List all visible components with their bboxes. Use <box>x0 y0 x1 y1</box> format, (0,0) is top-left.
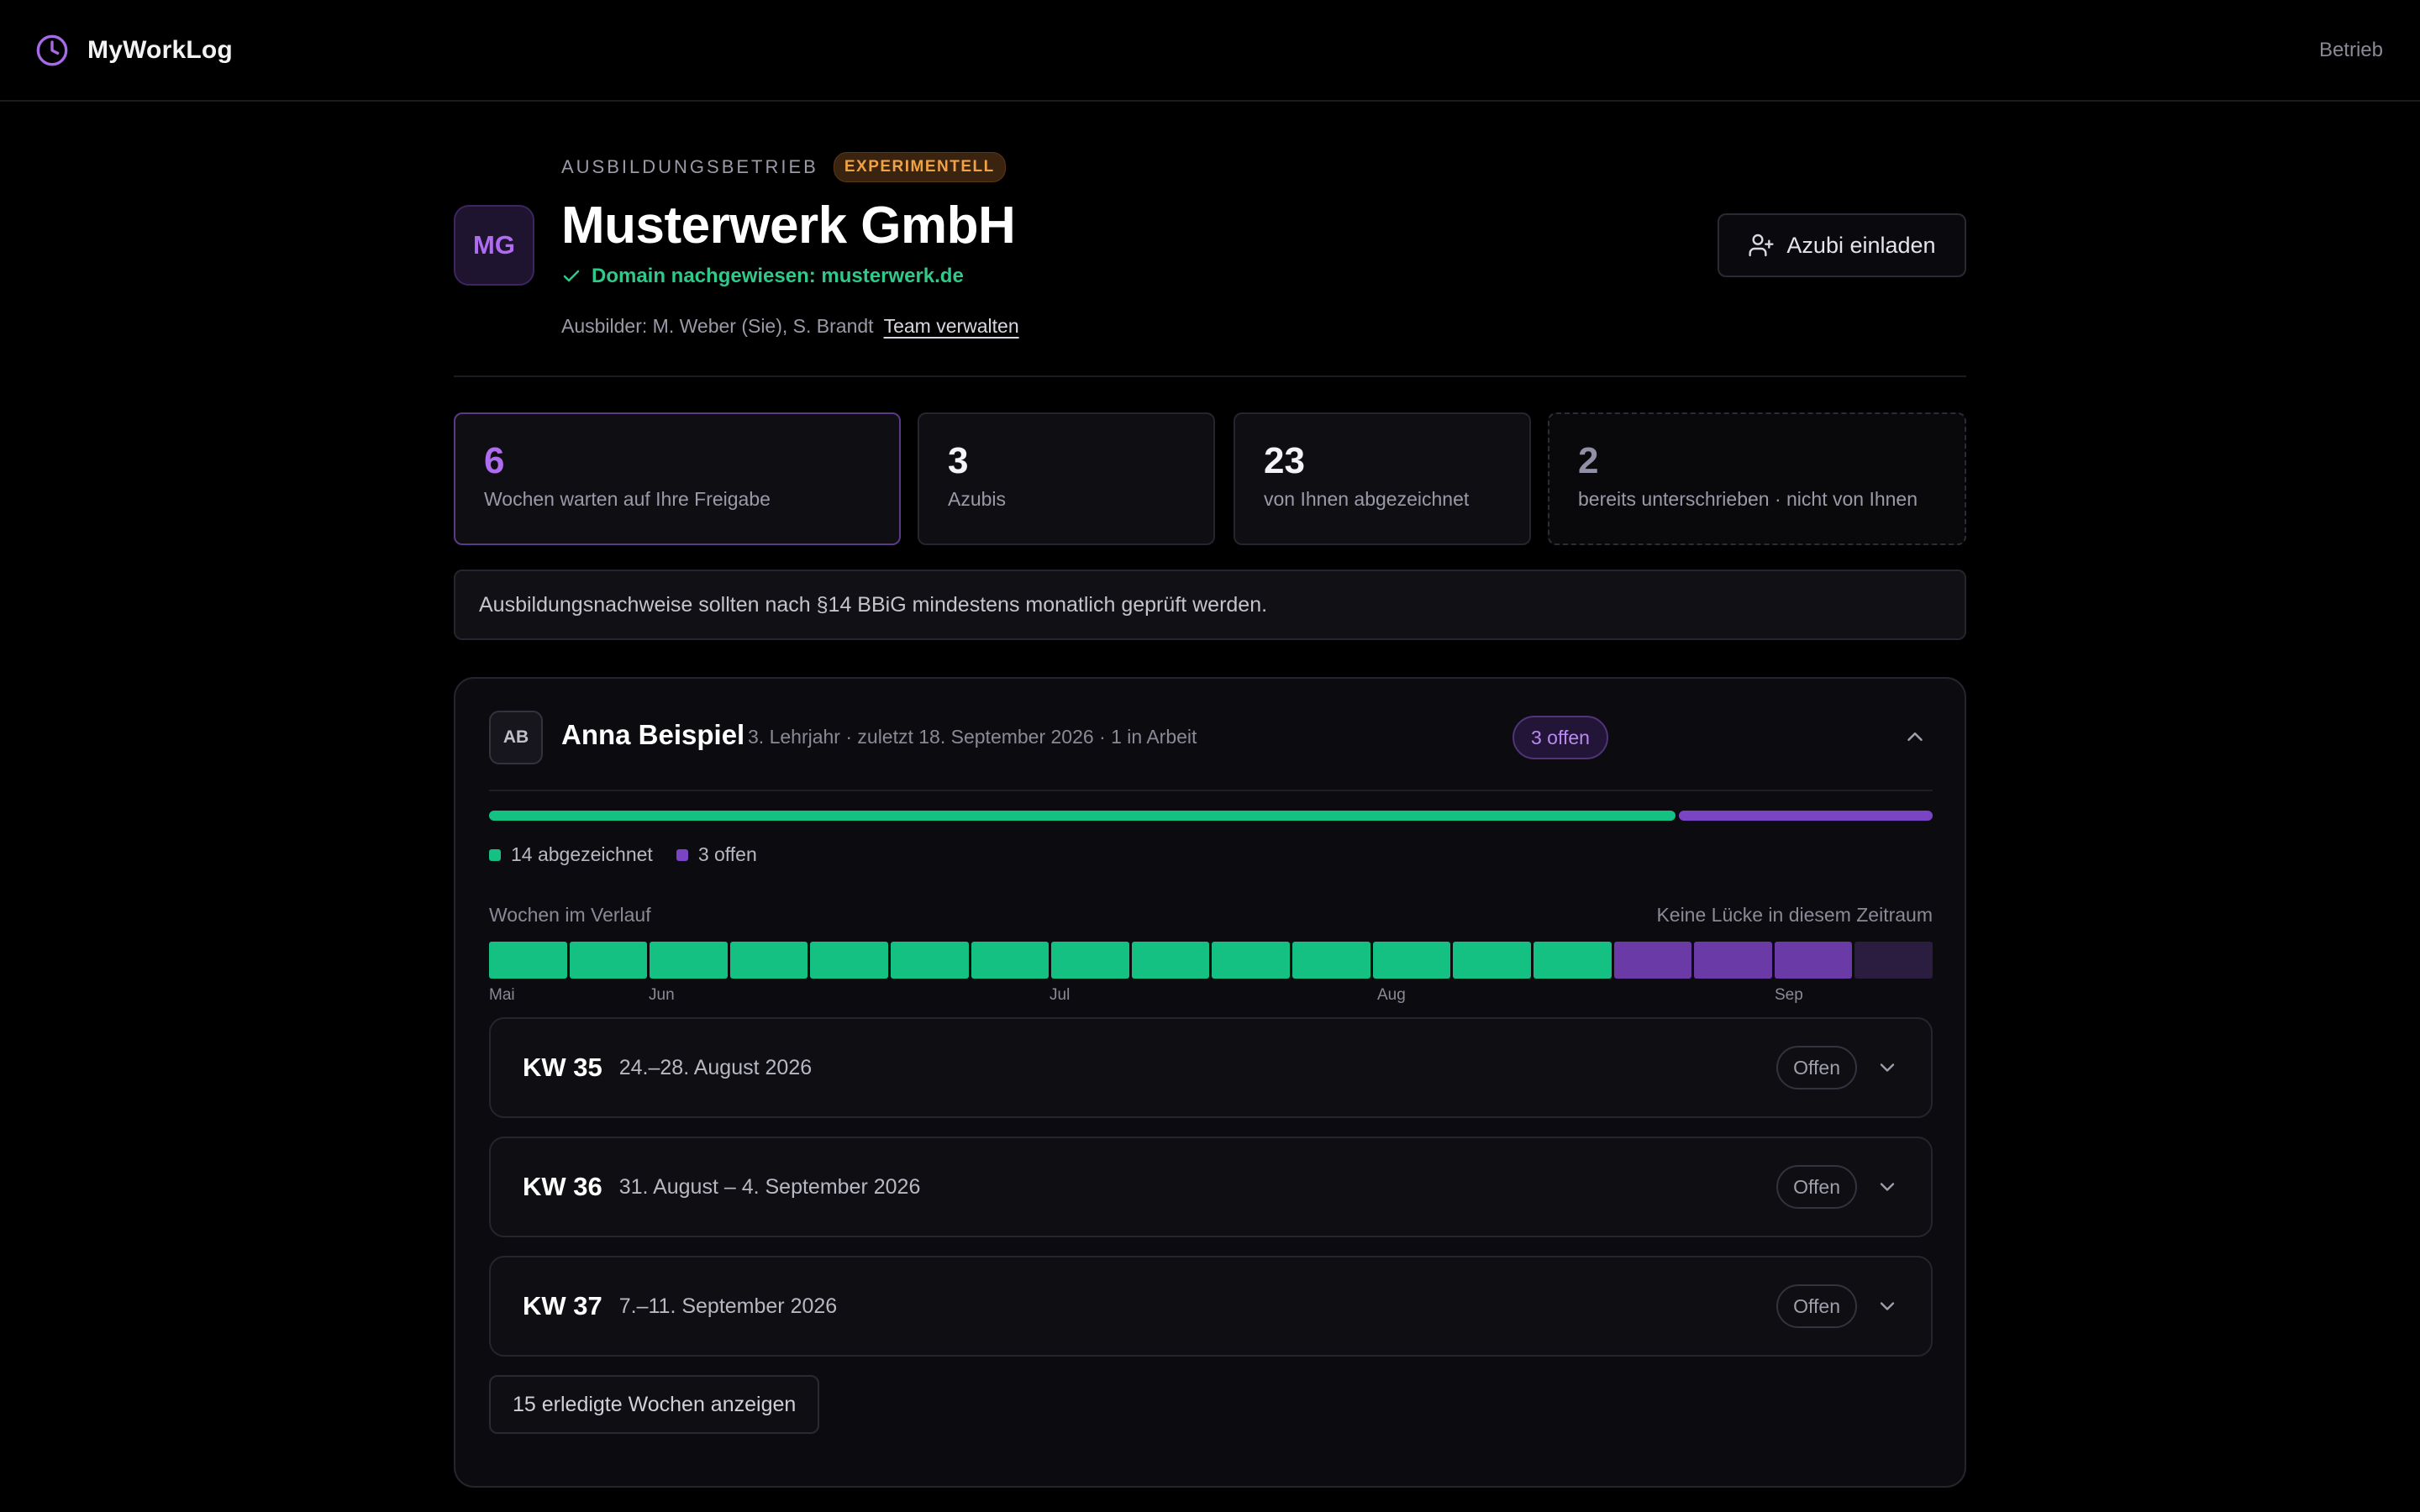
week-cell-done[interactable] <box>810 942 889 979</box>
week-cell-done[interactable] <box>971 942 1050 979</box>
experimental-badge: Experimentell <box>833 152 1006 182</box>
week-cell-done[interactable] <box>1453 942 1531 979</box>
app-name: MyWorkLog <box>87 35 233 64</box>
week-row[interactable]: KW 37 7.–11. September 2026 Offen <box>489 1256 1933 1357</box>
trainers: Ausbilder: M. Weber (Sie), S. Brandt Tea… <box>561 315 1019 338</box>
eyebrow-label: Ausbildungsbetrieb <box>561 156 818 177</box>
week-cell-done[interactable] <box>729 942 808 979</box>
show-completed-weeks-button[interactable]: 15 erledigte Wochen anzeigen <box>489 1375 820 1434</box>
timeline-note: Keine Lücke in diesem Zeitraum <box>1656 904 1933 926</box>
progress-signed <box>489 811 1676 821</box>
company-header: Ausbildungsbetrieb Experimentell MG Must… <box>454 102 1966 377</box>
eyebrow: Ausbildungsbetrieb Experimentell <box>561 152 1006 182</box>
legend-signed: 14 abgezeichnet <box>489 843 653 866</box>
apprentice-meta: 3. Lehrjahr · zuletzt 18. September 2026… <box>748 726 1197 748</box>
company-title: Musterwerk GmbH <box>561 197 1016 255</box>
week-row[interactable]: KW 35 24.–28. August 2026 Offen <box>489 1017 1933 1118</box>
stats-row: 6 Wochen warten auf Ihre Freigabe 3 Azub… <box>454 412 1966 545</box>
domain-verified-text: Domain nachgewiesen: musterwerk.de <box>592 265 964 287</box>
team-manage-link[interactable]: Team verwalten <box>884 315 1019 338</box>
week-cell-done[interactable] <box>891 942 969 979</box>
nav-link-betrieb[interactable]: Betrieb <box>2319 39 2383 62</box>
chevron-down-icon[interactable] <box>1876 1175 1899 1199</box>
week-cell-done[interactable] <box>650 942 728 979</box>
clock-icon <box>36 34 68 66</box>
chevron-up-icon[interactable] <box>1902 724 1928 749</box>
week-cell-open[interactable] <box>1694 942 1772 979</box>
stat-value: 2 <box>1578 440 1599 481</box>
week-row[interactable]: KW 36 31. August – 4. September 2026 Off… <box>489 1137 1933 1237</box>
legal-notice: Ausbildungsnachweise sollten nach §14 BB… <box>454 570 1966 640</box>
user-plus-icon <box>1749 234 1774 257</box>
week-cell-open[interactable] <box>1613 942 1692 979</box>
week-cell-done[interactable] <box>1533 942 1612 979</box>
chevron-down-icon[interactable] <box>1876 1294 1899 1318</box>
week-cell-done[interactable] <box>1212 942 1291 979</box>
month-labels: Mai Jun Jul Aug Sep <box>489 986 1933 1010</box>
week-range: 24.–28. August 2026 <box>618 1055 813 1079</box>
timeline-title: Wochen im Verlauf <box>489 904 651 926</box>
company-logo: MG <box>454 205 534 286</box>
stat-apprentices[interactable]: 3 Azubis <box>918 412 1215 545</box>
status-badge: Offen <box>1776 1165 1857 1209</box>
apprentice-card-header[interactable]: AB Anna Beispiel 3. Lehrjahr · zuletzt 1… <box>489 711 1933 791</box>
legend-open-label: 3 offen <box>697 843 757 865</box>
week-cell-open[interactable] <box>1774 942 1853 979</box>
week-cell-done[interactable] <box>1131 942 1210 979</box>
timeline-header: Wochen im Verlauf Keine Lücke in diesem … <box>489 904 1933 927</box>
status-badge: Offen <box>1776 1284 1857 1328</box>
stat-label: von Ihnen abgezeichnet <box>1264 488 1470 511</box>
top-bar: MyWorkLog Betrieb <box>0 0 2420 102</box>
progress-open <box>1678 811 1933 821</box>
month-label: Jul <box>1050 986 1071 1004</box>
check-icon <box>563 270 580 282</box>
stat-signed-by-you[interactable]: 23 von Ihnen abgezeichnet <box>1234 412 1531 545</box>
month-label: Jun <box>649 986 675 1004</box>
apprentice-name: Anna Beispiel <box>561 719 745 750</box>
stat-label: bereits unterschrieben · nicht von Ihnen <box>1578 488 1918 511</box>
stat-value: 6 <box>484 440 505 481</box>
week-number: KW 35 <box>523 1053 602 1082</box>
invite-button-label: Azubi einladen <box>1786 232 1936 258</box>
week-cell-done[interactable] <box>569 942 648 979</box>
stat-value: 23 <box>1264 440 1305 481</box>
status-badge: Offen <box>1776 1046 1857 1089</box>
stat-signed-by-others[interactable]: 2 bereits unterschrieben · nicht von Ihn… <box>1548 412 1966 545</box>
legend-signed-label: 14 abgezeichnet <box>511 843 653 865</box>
stat-label: Wochen warten auf Ihre Freigabe <box>484 488 771 511</box>
domain-verified: Domain nachgewiesen: musterwerk.de <box>561 265 964 288</box>
legend-open-swatch <box>676 848 688 861</box>
month-label: Sep <box>1775 986 1803 1004</box>
week-range: 7.–11. September 2026 <box>618 1294 838 1318</box>
week-cell-done[interactable] <box>1372 942 1451 979</box>
stat-pending-weeks[interactable]: 6 Wochen warten auf Ihre Freigabe <box>454 412 901 545</box>
week-cell-done[interactable] <box>1292 942 1370 979</box>
week-cell-done[interactable] <box>1051 942 1129 979</box>
legend-signed-swatch <box>489 848 501 861</box>
week-cell-future[interactable] <box>1854 942 1933 979</box>
progress-legend: 14 abgezeichnet 3 offen <box>489 843 757 866</box>
month-label: Mai <box>489 986 515 1004</box>
week-number: KW 37 <box>523 1291 602 1320</box>
week-number: KW 36 <box>523 1172 602 1201</box>
brand[interactable]: MyWorkLog <box>35 34 233 67</box>
week-range: 31. August – 4. September 2026 <box>618 1174 921 1199</box>
stat-value: 3 <box>948 440 969 481</box>
avatar: AB <box>489 711 543 764</box>
invite-apprentice-button[interactable]: Azubi einladen <box>1718 213 1966 277</box>
open-count-badge: 3 offen <box>1512 716 1608 759</box>
stat-label: Azubis <box>948 488 1007 511</box>
legend-open: 3 offen <box>676 843 757 866</box>
week-timeline <box>489 942 1933 979</box>
month-label: Aug <box>1377 986 1406 1004</box>
apprentice-card: AB Anna Beispiel 3. Lehrjahr · zuletzt 1… <box>454 677 1966 1488</box>
progress-bar <box>489 811 1933 821</box>
week-cell-done[interactable] <box>489 942 567 979</box>
chevron-down-icon[interactable] <box>1876 1056 1899 1079</box>
main-content: Ausbildungsbetrieb Experimentell MG Must… <box>454 102 1966 1488</box>
trainers-text: Ausbilder: M. Weber (Sie), S. Brandt <box>561 315 874 337</box>
